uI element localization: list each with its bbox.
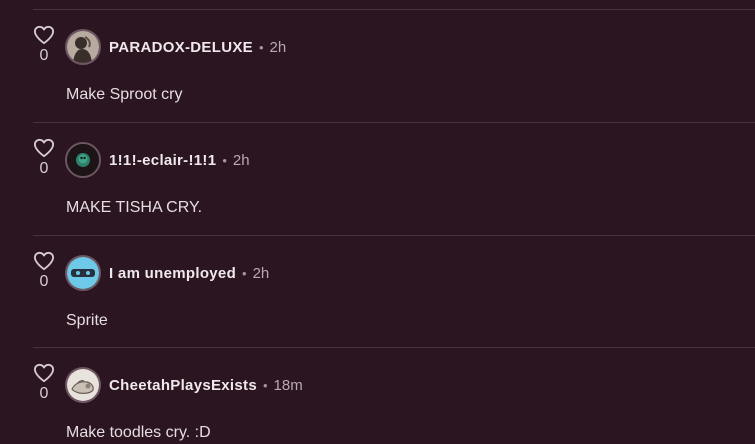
like-count: 0 [39, 385, 49, 402]
heart-icon[interactable] [33, 25, 55, 45]
timestamp: 2h [252, 265, 270, 282]
heart-icon[interactable] [33, 363, 55, 383]
username[interactable]: CheetahPlaysExists [109, 377, 257, 394]
like-control[interactable]: 0 [32, 25, 56, 65]
heart-icon[interactable] [33, 251, 55, 271]
comment-text: Make Sproot cry [66, 86, 183, 103]
username[interactable]: PARADOX-DELUXE [109, 39, 253, 56]
avatar[interactable] [65, 367, 101, 403]
hand-sketch-avatar-icon [67, 369, 99, 401]
comment-text: MAKE TISHA CRY. [66, 199, 203, 216]
comment-header: PARADOX-DELUXE • 2h [109, 38, 286, 58]
comment-text: Sprite [66, 312, 108, 329]
like-count: 0 [39, 47, 49, 64]
avatar[interactable] [65, 255, 101, 291]
comment-feed: 0 PARADOX-DELUXE • 2h Make Sproot cry 0 [0, 0, 755, 444]
like-count: 0 [39, 160, 49, 177]
comment-item: 0 CheetahPlaysExists • 18m Make toodles cr… [0, 348, 755, 444]
avatar[interactable] [65, 29, 101, 65]
comment-item: 0 1!1!-eclair-!1!1 • 2h MAKE TISHA CRY. [0, 123, 755, 235]
username[interactable]: 1!1!-eclair-!1!1 [109, 152, 216, 169]
separator-dot: • [242, 266, 247, 281]
username[interactable]: I am unemployed [109, 265, 236, 282]
separator-dot: • [258, 40, 264, 55]
dark-figure-avatar-icon [67, 31, 99, 63]
heart-icon[interactable] [33, 138, 55, 158]
comment-header: CheetahPlaysExists • 18m [109, 376, 303, 396]
timestamp: 18m [273, 377, 303, 394]
like-control[interactable]: 0 [32, 251, 56, 291]
like-control[interactable]: 0 [32, 138, 56, 178]
cyan-eye-avatar-icon [67, 257, 99, 289]
green-creature-avatar-icon [67, 144, 99, 176]
comment-item: 0 I am unemployed • 2h Sprite [0, 236, 755, 348]
timestamp: 2h [232, 152, 250, 169]
separator-dot: • [222, 153, 227, 168]
comment-header: 1!1!-eclair-!1!1 • 2h [109, 151, 250, 171]
like-control[interactable]: 0 [32, 363, 56, 403]
avatar[interactable] [65, 142, 101, 178]
like-count: 0 [39, 273, 49, 290]
comment-text: Make toodles cry. :D [66, 424, 211, 441]
separator-dot: • [262, 378, 268, 393]
comment-item: 0 PARADOX-DELUXE • 2h Make Sproot cry [0, 10, 755, 122]
comment-header: I am unemployed • 2h [109, 264, 269, 284]
timestamp: 2h [269, 39, 287, 56]
